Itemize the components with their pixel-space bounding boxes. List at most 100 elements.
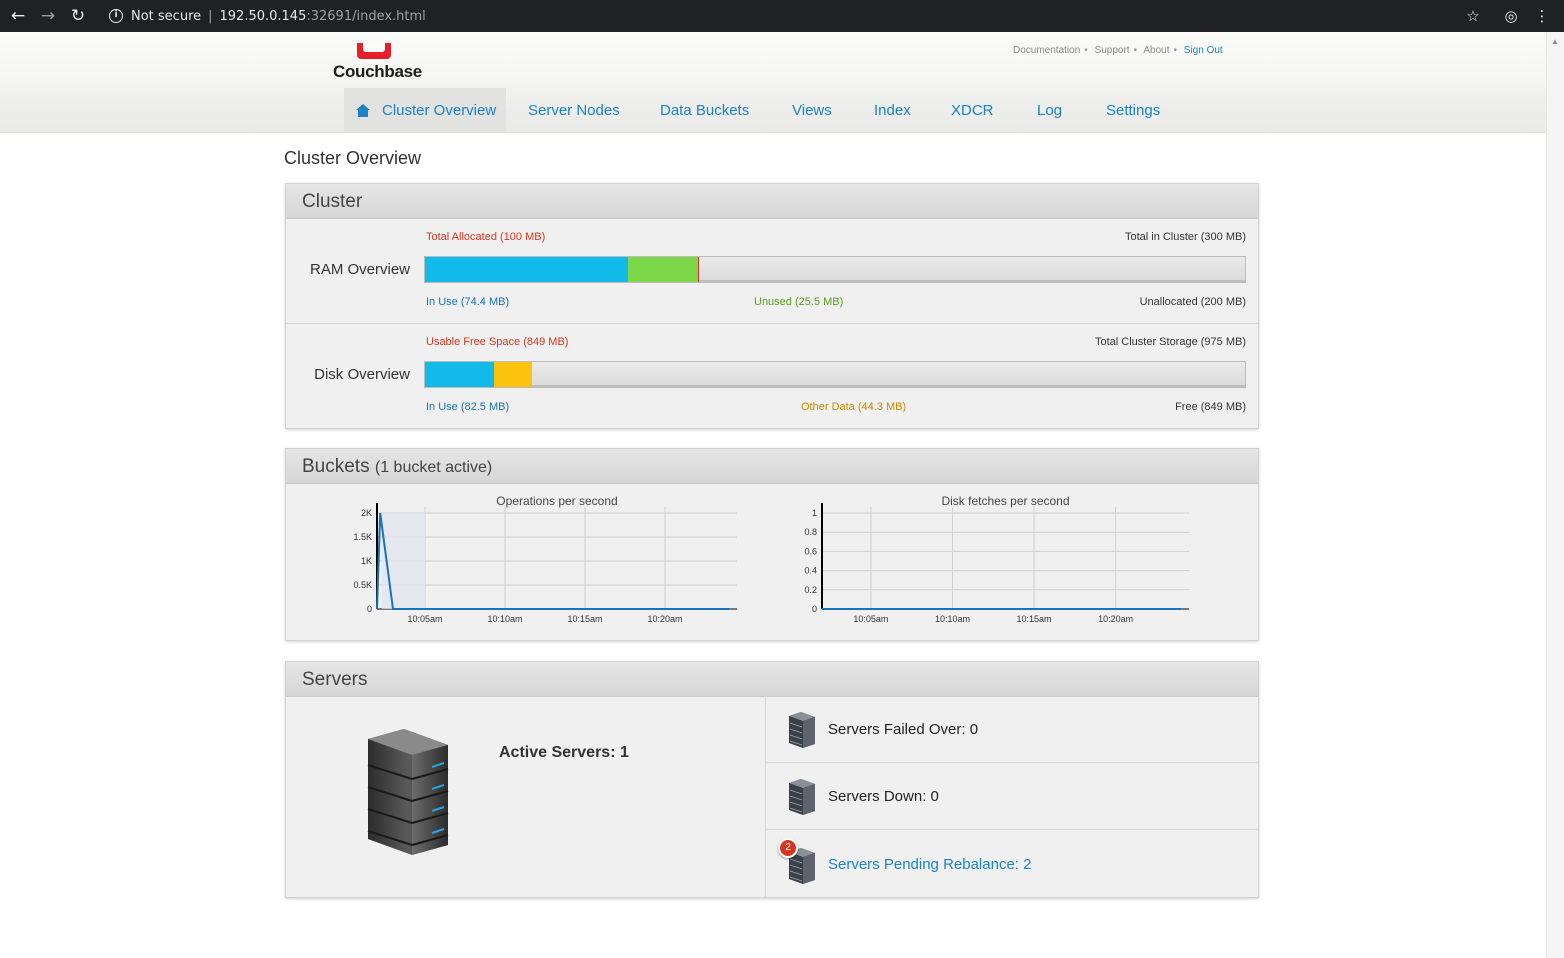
page-title: Cluster Overview [284, 148, 422, 168]
disk-usage-bar [424, 361, 1246, 388]
cluster-panel: Cluster RAM Overview Total Allocated (10… [285, 183, 1259, 429]
tab-index[interactable]: Index [874, 88, 911, 133]
y-tick-label: 0.6 [804, 546, 817, 556]
home-icon [356, 104, 370, 117]
ram-unallocated-label: Unallocated (200 MB) [1139, 296, 1246, 308]
y-tick-label: 0.8 [804, 527, 817, 537]
servers-panel-title: Servers [286, 662, 1258, 697]
top-links: Documentation • Support • About • Sign Out [1013, 45, 1223, 56]
not-secure-label: Not secure [131, 8, 202, 24]
ram-in-use-label: In Use (74.4 MB) [426, 296, 510, 308]
buckets-subtitle: (1 bucket active) [374, 459, 493, 476]
y-tick-label: 2K [361, 508, 372, 518]
servers-down-item: Servers Down: 0 [766, 764, 1258, 830]
bookmark-star-icon[interactable]: ☆ [1461, 0, 1485, 32]
y-tick-label: 0.4 [804, 566, 817, 576]
tab-label: Cluster Overview [382, 102, 497, 119]
servers-failed-over-item: Servers Failed Over: 0 [766, 697, 1258, 763]
server-status-list: Servers Failed Over: 0 Servers Down: 0 2… [766, 697, 1258, 898]
tab-settings[interactable]: Settings [1106, 88, 1160, 133]
back-arrow-icon[interactable]: ← [4, 0, 32, 32]
disk-overview-row: Disk Overview Usable Free Space (849 MB)… [286, 324, 1258, 429]
page-scrollbar[interactable]: ▲ [1546, 32, 1564, 958]
disk-total-storage: Total Cluster Storage (975 MB) [1094, 336, 1246, 348]
documentation-link[interactable]: Documentation [1013, 45, 1080, 56]
x-tick-label: 10:10am [487, 614, 522, 624]
url-path: :32691/index.html [306, 8, 426, 24]
servers-down-label: Servers Down: 0 [828, 788, 939, 805]
chart-title: Disk fetches per second [941, 494, 1069, 508]
address-separator: | [208, 8, 213, 24]
buckets-title: Buckets [302, 456, 370, 477]
cluster-panel-title: Cluster [286, 184, 1258, 219]
support-link[interactable]: Support [1095, 45, 1130, 56]
ram-usage-bar [424, 256, 1246, 283]
disk-in-use-segment [425, 362, 495, 387]
active-servers-count: Active Servers: 1 [499, 744, 629, 761]
y-tick-label: 1K [361, 556, 372, 566]
ram-total-allocated: Total Allocated (100 MB) [426, 231, 546, 243]
ram-overview-row: RAM Overview Total Allocated (100 MB) To… [286, 219, 1258, 324]
servers-pending-rebalance-link[interactable]: Servers Pending Rebalance: 2 [828, 856, 1031, 873]
ram-total-in-cluster: Total in Cluster (300 MB) [1124, 231, 1246, 243]
ram-allocation-marker [698, 257, 700, 282]
y-tick-label: 0.5K [353, 580, 372, 590]
sign-out-link[interactable]: Sign Out [1184, 45, 1223, 56]
pending-rebalance-badge: 2 [778, 838, 798, 858]
active-servers-section: Active Servers: 1 [286, 697, 766, 898]
tab-views[interactable]: Views [792, 88, 832, 133]
y-tick-label: 0 [367, 604, 372, 614]
highlight-region [381, 513, 425, 609]
buckets-panel-title: Buckets (1 bucket active) [286, 449, 1258, 484]
y-tick-label: 1.5K [353, 532, 372, 542]
disk-overview-label: Disk Overview [314, 366, 410, 383]
server-tower-icon [367, 729, 449, 855]
tab-xdcr[interactable]: XDCR [951, 88, 994, 133]
ram-unused-label: Unused (25.5 MB) [754, 296, 844, 308]
address-bar[interactable]: i Not secure | 192.50.0.145:32691/index.… [100, 3, 1495, 29]
tab-data-buckets[interactable]: Data Buckets [660, 88, 749, 133]
menu-dots-icon[interactable]: ⋮ [1530, 0, 1554, 32]
couchbase-logo-icon[interactable] [357, 43, 391, 59]
servers-pending-rebalance-item[interactable]: 2 Servers Pending Rebalance: 2 [766, 831, 1258, 897]
x-tick-label: 10:20am [647, 614, 682, 624]
main-nav: Cluster Overview Server Nodes Data Bucke… [0, 88, 1546, 133]
x-tick-label: 10:15am [1017, 614, 1052, 624]
y-tick-label: 0 [812, 604, 817, 614]
browser-toolbar: ← → ↻ i Not secure | 192.50.0.145:32691/… [0, 0, 1564, 32]
url-host: 192.50.0.145 [219, 8, 307, 24]
x-tick-label: 10:05am [853, 614, 888, 624]
x-tick-label: 10:10am [935, 614, 970, 624]
tab-server-nodes[interactable]: Server Nodes [528, 88, 620, 133]
disk-free-label: Free (849 MB) [1175, 401, 1246, 413]
scroll-up-icon[interactable]: ▲ [1551, 37, 1559, 46]
tab-cluster-overview[interactable]: Cluster Overview [344, 88, 506, 133]
disk-fetch-chart: Disk fetches per second 0 0.2 0.4 0.6 0.8 1 10:… [791, 494, 1211, 637]
reload-icon[interactable]: ↻ [64, 0, 92, 32]
about-link[interactable]: About [1143, 45, 1169, 56]
disk-other-label: Other Data (44.3 MB) [801, 401, 907, 413]
servers-failed-over-label: Servers Failed Over: 0 [828, 721, 979, 738]
forward-arrow-icon[interactable]: → [34, 0, 62, 32]
ram-unused-segment [628, 257, 699, 282]
info-icon[interactable]: i [109, 9, 123, 23]
y-tick-label: 0.2 [804, 585, 817, 595]
ram-in-use-segment [425, 257, 629, 282]
server-small-icon [789, 779, 815, 815]
x-tick-label: 10:05am [407, 614, 442, 624]
buckets-panel: Buckets (1 bucket active) Operations per… [285, 448, 1259, 641]
chart-title: Operations per second [496, 494, 617, 508]
disk-in-use-label: In Use (82.5 MB) [426, 401, 510, 413]
ops-per-second-chart: Operations per second 0 0.5K 1K 1.5K 2K 10:05a… [353, 494, 737, 624]
ram-overview-label: RAM Overview [309, 261, 410, 278]
logo-text[interactable]: Couchbase [333, 62, 422, 82]
y-tick-label: 1 [812, 508, 817, 518]
server-small-icon [789, 712, 815, 748]
ops-chart: Operations per second 0 0.5K 1K 1.5K 2K 10:05a… [346, 494, 746, 637]
incognito-icon[interactable]: ◎ [1499, 0, 1523, 32]
disk-other-segment [494, 362, 532, 387]
servers-panel: Servers Active Servers: 1 Servers Failed… [285, 661, 1259, 898]
disk-fetches-chart: Disk fetches per second 0 0.2 0.4 0.6 0.8 1 10:… [804, 494, 1189, 624]
x-tick-label: 10:15am [567, 614, 602, 624]
tab-log[interactable]: Log [1037, 88, 1062, 133]
